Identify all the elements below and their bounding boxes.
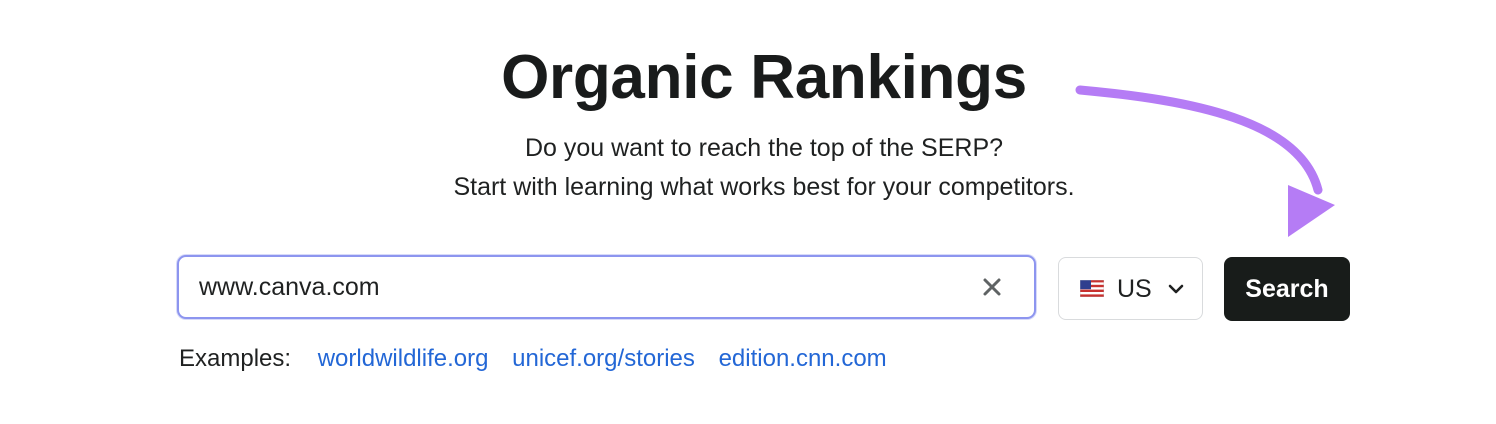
domain-search-input[interactable] xyxy=(199,257,959,317)
examples-label: Examples: xyxy=(179,345,292,372)
domain-search-box[interactable] xyxy=(177,255,1036,319)
example-link-worldwildlife[interactable]: worldwildlife.org xyxy=(318,345,489,372)
organic-rankings-page: Organic Rankings Do you want to reach th… xyxy=(0,0,1496,424)
chevron-down-icon xyxy=(1168,284,1184,294)
example-link-cnn[interactable]: edition.cnn.com xyxy=(719,345,887,372)
close-icon[interactable] xyxy=(980,275,1004,299)
country-dropdown[interactable]: US xyxy=(1058,257,1203,320)
page-subtitle-line-2: Start with learning what works best for … xyxy=(453,173,1075,201)
us-flag-icon xyxy=(1080,280,1104,297)
country-selected-label: US xyxy=(1117,275,1152,303)
examples-row: Examples: worldwildlife.org unicef.org/s… xyxy=(179,344,904,376)
example-link-unicef[interactable]: unicef.org/stories xyxy=(512,345,695,372)
page-subtitle-line-1: Do you want to reach the top of the SERP… xyxy=(524,134,1004,162)
search-button[interactable]: Search xyxy=(1224,257,1350,321)
page-title: Organic Rankings xyxy=(501,43,1027,112)
